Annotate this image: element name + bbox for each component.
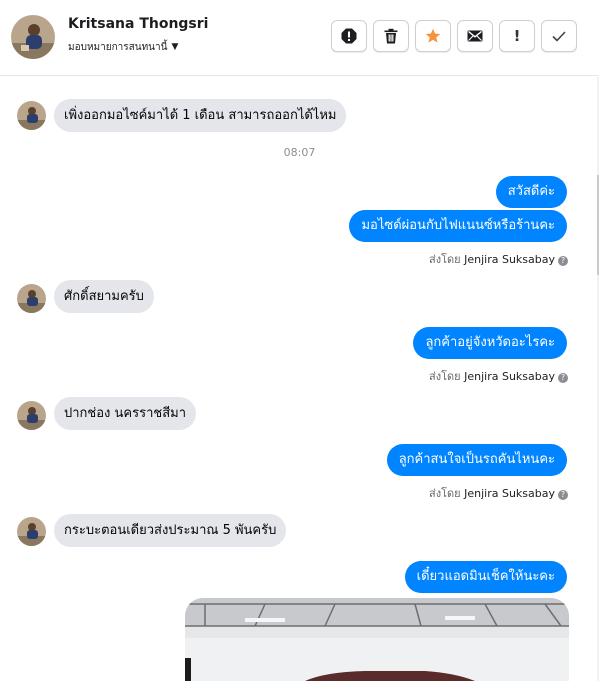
message-timestamp: 08:07 [283,146,316,159]
assign-label: มอบหมายการสนทนานี้ [68,42,168,53]
star-button[interactable] [415,20,451,52]
star-icon [425,28,441,43]
agent-name: Jenjira Suksabay [464,487,555,500]
sent-by-prefix: ส่งโดย [429,253,461,266]
customer-avatar [17,101,46,130]
customer-avatar [17,284,46,313]
contact-avatar[interactable] [11,15,55,59]
attached-photo[interactable] [185,598,569,681]
exclamation-icon: ! [513,27,521,45]
agent-name: Jenjira Suksabay [464,253,555,266]
checkmark-icon [552,31,566,42]
agent-name: Jenjira Suksabay [464,370,555,383]
outgoing-message: เดี๋ยวแอดมินเช็คให้นะคะ [404,561,567,593]
help-icon[interactable]: ? [558,373,568,383]
sent-by-prefix: ส่งโดย [429,370,461,383]
contact-name[interactable]: Kritsana Thongsri [68,16,208,32]
incoming-message: ศักดิ์สยามครับ [54,280,154,313]
sent-by-label: ส่งโดย Jenjira Suksabay? [429,250,568,268]
outgoing-message: มอไซด์ผ่อนกับไฟแนนซ์หรือร้านคะ [349,210,567,242]
caret-down-icon: ▼ [171,42,179,52]
conversation-header: Kritsana Thongsri มอบหมายการสนทนานี้ ▼ ! [0,0,599,76]
sent-by-prefix: ส่งโดย [429,487,461,500]
spam-button[interactable] [331,20,367,52]
trash-icon [384,28,398,44]
sent-by-label: ส่งโดย Jenjira Suksabay? [429,367,568,385]
outgoing-message: ลูกค้าสนใจเป็นรถคันไหนคะ [386,444,567,476]
customer-avatar [17,401,46,430]
incoming-message: ปากช่อง นครราชสีมา [54,397,197,430]
envelope-icon [467,30,483,42]
assign-conversation-dropdown[interactable]: มอบหมายการสนทนานี้ ▼ [68,40,178,55]
help-icon[interactable]: ? [558,490,568,500]
conversation-toolbar: ! [331,20,577,52]
customer-avatar [17,517,46,546]
incoming-message: เพิ่งออกมอไซค์มาได้ 1 เดือน สามารถออกได้… [54,99,347,132]
star-fill [425,28,441,43]
incoming-message: กระบะตอนเดียวส่งประมาณ 5 พันครับ [54,514,287,547]
mark-done-button[interactable] [541,20,577,52]
outgoing-message: ลูกค้าอยู่จังหวัดอะไรคะ [413,327,567,359]
spam-icon [341,28,357,44]
delete-button[interactable] [373,20,409,52]
follow-up-button[interactable]: ! [499,20,535,52]
outgoing-message: สวัสดีค่ะ [495,176,567,208]
help-icon[interactable]: ? [558,256,568,266]
mark-unread-button[interactable] [457,20,493,52]
sent-by-label: ส่งโดย Jenjira Suksabay? [429,484,568,502]
